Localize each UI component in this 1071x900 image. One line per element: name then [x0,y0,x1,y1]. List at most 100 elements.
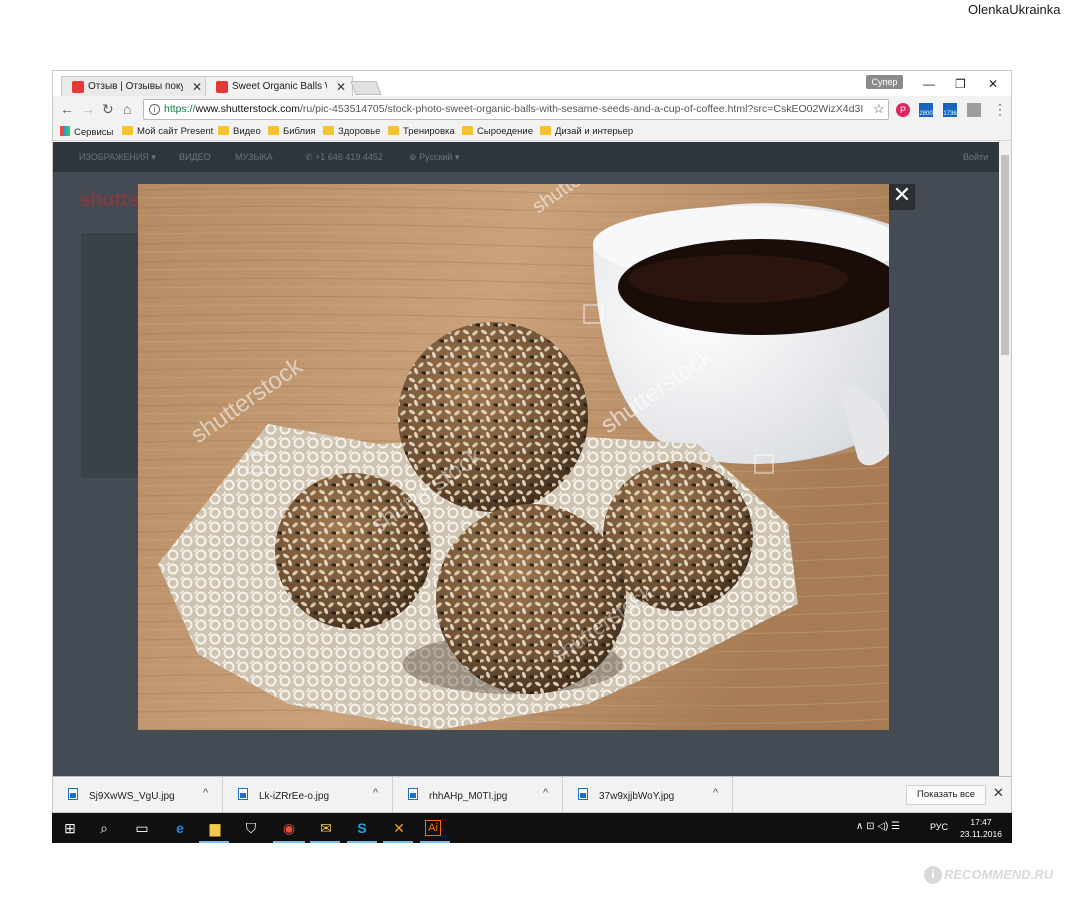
cast-icon[interactable] [967,103,981,117]
tab-label: Отзыв | Отзывы покупа [88,81,183,92]
bookmark-item[interactable]: Библия [268,126,316,137]
download-item[interactable]: rhhAHp_M0TI.jpg ^ [393,777,563,813]
start-windows-icon[interactable]: ⊞ [60,818,80,838]
browser-toolbar: ← → ↻ ⌂ https://www.shutterstock.com/ru/… [53,96,1011,123]
active-indicator [383,841,413,843]
active-indicator [310,841,340,843]
bookmark-item[interactable]: Дизай и интерьер [540,126,633,137]
system-tray-icons[interactable]: ∧ ⊡ ◁) ☰ [856,821,900,832]
mail-icon[interactable]: ✉ [316,818,336,838]
chevron-up-icon[interactable]: ^ [543,787,548,799]
bookmark-label: Видео [233,126,261,137]
url-path: /ru/pic-453514705/stock-photo-sweet-orga… [299,103,864,115]
bookmark-item[interactable]: Мой сайт Present [122,126,213,137]
reload-icon[interactable]: ↻ [102,101,114,118]
show-all-downloads-button[interactable]: Показать все [906,785,986,805]
extension-badge-icon[interactable]: 2800 [919,103,933,117]
search-icon[interactable]: ⌕ [94,818,114,838]
file-explorer-icon[interactable]: ▆ [205,818,225,838]
recommend-logo-icon: i [924,866,942,884]
page-thumbnail [81,233,141,478]
restore-icon[interactable]: ❐ [955,77,966,91]
close-overlay-button[interactable]: ✕ [889,184,915,210]
extension-badge-count: 2800 [919,111,933,117]
site-watermark: i RECOMMEND.RU [924,866,1053,884]
download-filename: Sj9XwWS_VgU.jpg [89,791,175,802]
close-window-icon[interactable]: ✕ [988,77,998,91]
download-item[interactable]: Sj9XwWS_VgU.jpg ^ [53,777,223,813]
nav-images[interactable]: ИЗОБРАЖЕНИЯ ▾ [79,152,156,163]
image-file-icon [408,788,418,800]
product-photo: shutterstock shutterstock shutterstock s… [138,184,889,730]
folder-icon [540,126,551,135]
minimize-icon[interactable]: — [923,77,935,91]
bookmark-label: Дизай и интерьер [555,126,634,137]
download-filename: 37w9xjjbWoY.jpg [599,791,675,802]
tab-reviews[interactable]: Отзыв | Отзывы покупа ✕ [61,76,209,97]
shutterstock-favicon-icon [216,81,228,93]
bookmarks-bar: Сервисы Мой сайт Present Видео Библия Зд… [53,123,1011,141]
active-indicator [273,841,305,843]
bookmark-item[interactable]: Здоровье [323,126,380,137]
chevron-up-icon[interactable]: ^ [373,787,378,799]
bookmark-item[interactable]: Сыроедение [462,126,533,137]
tab-label: Sweet Organic Balls With [232,81,327,92]
tab-shutterstock[interactable]: Sweet Organic Balls With ✕ [205,76,353,97]
bookmark-label: Тренировка [403,126,455,137]
folder-icon [268,126,279,135]
folder-icon [323,126,334,135]
nav-music[interactable]: МУЗЫКА [235,152,273,162]
download-filename: rhhAHp_M0TI.jpg [429,791,508,802]
download-item[interactable]: 37w9xjjbWoY.jpg ^ [563,777,733,813]
forward-icon[interactable]: → [81,101,95,117]
language-indicator[interactable]: РУС [930,822,948,832]
site-info-icon[interactable]: i [149,104,160,115]
skype-icon[interactable]: S [352,818,372,838]
download-item[interactable]: Lk-iZRrEe-o.jpg ^ [223,777,393,813]
url-host: www.shutterstock.com [195,103,300,115]
folder-icon [218,126,229,135]
bookmark-star-icon[interactable]: ☆ [873,101,885,117]
url-scheme: https:// [164,103,196,115]
profile-button[interactable]: Супер [866,75,903,89]
app-icon[interactable]: ✕ [389,818,409,838]
folder-icon [462,126,473,135]
scrollbar-thumb[interactable] [1001,155,1009,355]
clock-time: 17:47 [970,817,992,827]
back-icon[interactable]: ← [60,101,74,117]
bookmark-item[interactable]: Тренировка [388,126,455,137]
image-file-icon [238,788,248,800]
active-indicator [347,841,377,843]
home-icon[interactable]: ⌂ [123,101,131,117]
chevron-up-icon[interactable]: ^ [203,787,208,799]
image-file-icon [578,788,588,800]
clock[interactable]: 17:47 23.11.2016 [952,816,1010,840]
chevron-up-icon[interactable]: ^ [713,787,718,799]
nav-language[interactable]: ⊕ Русский ▾ [409,152,459,163]
nav-login[interactable]: Войти [963,152,988,162]
browser-window: Отзыв | Отзывы покупа ✕ Sweet Organic Ba… [52,70,1012,776]
nav-video[interactable]: ВИДЕО [179,152,211,162]
edge-icon[interactable]: e [170,818,190,838]
close-downloads-icon[interactable]: ✕ [993,785,1004,801]
store-icon[interactable]: ⛉ [241,818,261,838]
uploader-name: OlenkaUkrainka [968,2,1061,17]
bookmark-label: Мой сайт Present [137,126,214,137]
close-tab-icon[interactable]: ✕ [336,80,346,94]
bookmark-item[interactable]: Видео [218,126,261,137]
illustrator-icon[interactable]: Ai [425,820,441,836]
address-bar[interactable]: https://www.shutterstock.com/ru/pic-4535… [143,99,889,120]
chrome-icon[interactable]: ◉ [279,818,299,838]
bookmark-apps[interactable]: Сервисы [60,126,113,138]
task-view-icon[interactable]: ▭ [132,818,152,838]
extension-badge-icon[interactable]: 1736 [943,103,957,117]
pinterest-icon[interactable]: P [896,103,910,117]
menu-icon[interactable]: ⋮ [993,101,1007,118]
sesame-balls-photo: shutterstock shutterstock shutterstock s… [138,184,889,730]
download-filename: Lk-iZRrEe-o.jpg [259,791,330,802]
new-tab-button[interactable] [350,81,382,95]
extension-badge-count: 1736 [943,111,957,117]
site-logo: shutte [79,189,139,211]
bookmark-label: Сыроедение [477,126,533,137]
close-tab-icon[interactable]: ✕ [192,80,202,94]
